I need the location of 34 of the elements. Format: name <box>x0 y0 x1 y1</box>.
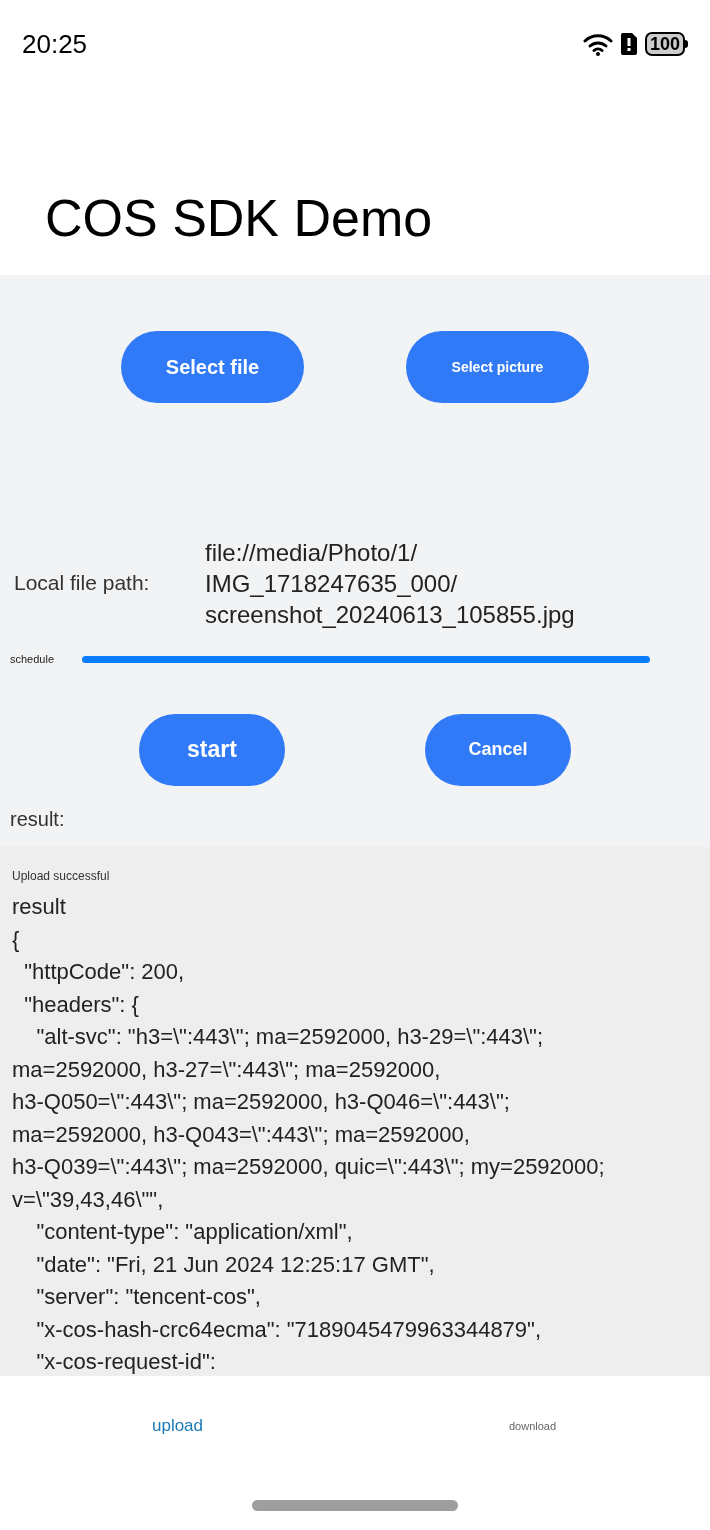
result-line: result <box>12 893 67 921</box>
wifi-icon <box>582 32 613 56</box>
select-button[interactable]: Select file <box>121 331 304 403</box>
result-line: "date": "Fri, 21 Jun 2024 12:25:17 GMT", <box>35 1250 436 1279</box>
result-line: ma=2592000, h3-27=\":443\"; ma=2592000, <box>12 1055 442 1084</box>
result-line: h3-Q050=\":443\"; ma=2592000, h3-Q046=\":443\"; <box>12 1088 511 1116</box>
result-line: "headers": { <box>23 990 140 1019</box>
result-line: v=\"39,43,46\"", <box>12 1185 165 1214</box>
action-button[interactable]: Cancel <box>425 713 571 786</box>
path-text: file://media/Photo/1/ <box>205 537 419 568</box>
result-label: result: <box>9 806 66 832</box>
result-line: "x-cos-request-id": <box>35 1348 217 1376</box>
result-line: "server": "tencent-cos", <box>35 1283 262 1311</box>
result-line: "alt-svc": "h3=\":443\"; ma=2592000, h3-29=\":443\"; <box>35 1023 545 1051</box>
result-line: "content-type": "application/xml", <box>35 1218 354 1246</box>
result-line: "x-cos-hash-crc64ecma": "7189045479963344879", <box>35 1315 542 1344</box>
progress-label: schedule <box>9 652 56 667</box>
app-title: COS SDK Demo <box>45 188 433 249</box>
sim-alert-icon <box>620 33 637 55</box>
path-label: Local file path: <box>13 570 151 597</box>
battery-icon: 100 <box>644 32 688 56</box>
result-line: "httpCode": 200, <box>23 958 186 986</box>
tab[interactable]: upload <box>0 1413 355 1439</box>
select-button[interactable]: Select picture <box>406 331 589 403</box>
result-line: { <box>12 925 21 954</box>
home-indicator[interactable] <box>252 1500 458 1511</box>
path-text: screenshot_20240613_105855.jpg <box>205 599 575 630</box>
status-time: 20:25 <box>22 27 88 61</box>
path-text: IMG_1718247635_000/ <box>205 568 459 599</box>
result-line: h3-Q039=\":443\"; ma=2592000, quic=\":443\"; my=2592000; <box>12 1153 606 1181</box>
action-button[interactable]: start <box>139 713 285 786</box>
tab[interactable]: download <box>355 1417 710 1435</box>
status-message: Upload successful <box>12 868 111 885</box>
result-line: ma=2592000, h3-Q043=\":443\"; ma=2592000, <box>12 1120 471 1149</box>
